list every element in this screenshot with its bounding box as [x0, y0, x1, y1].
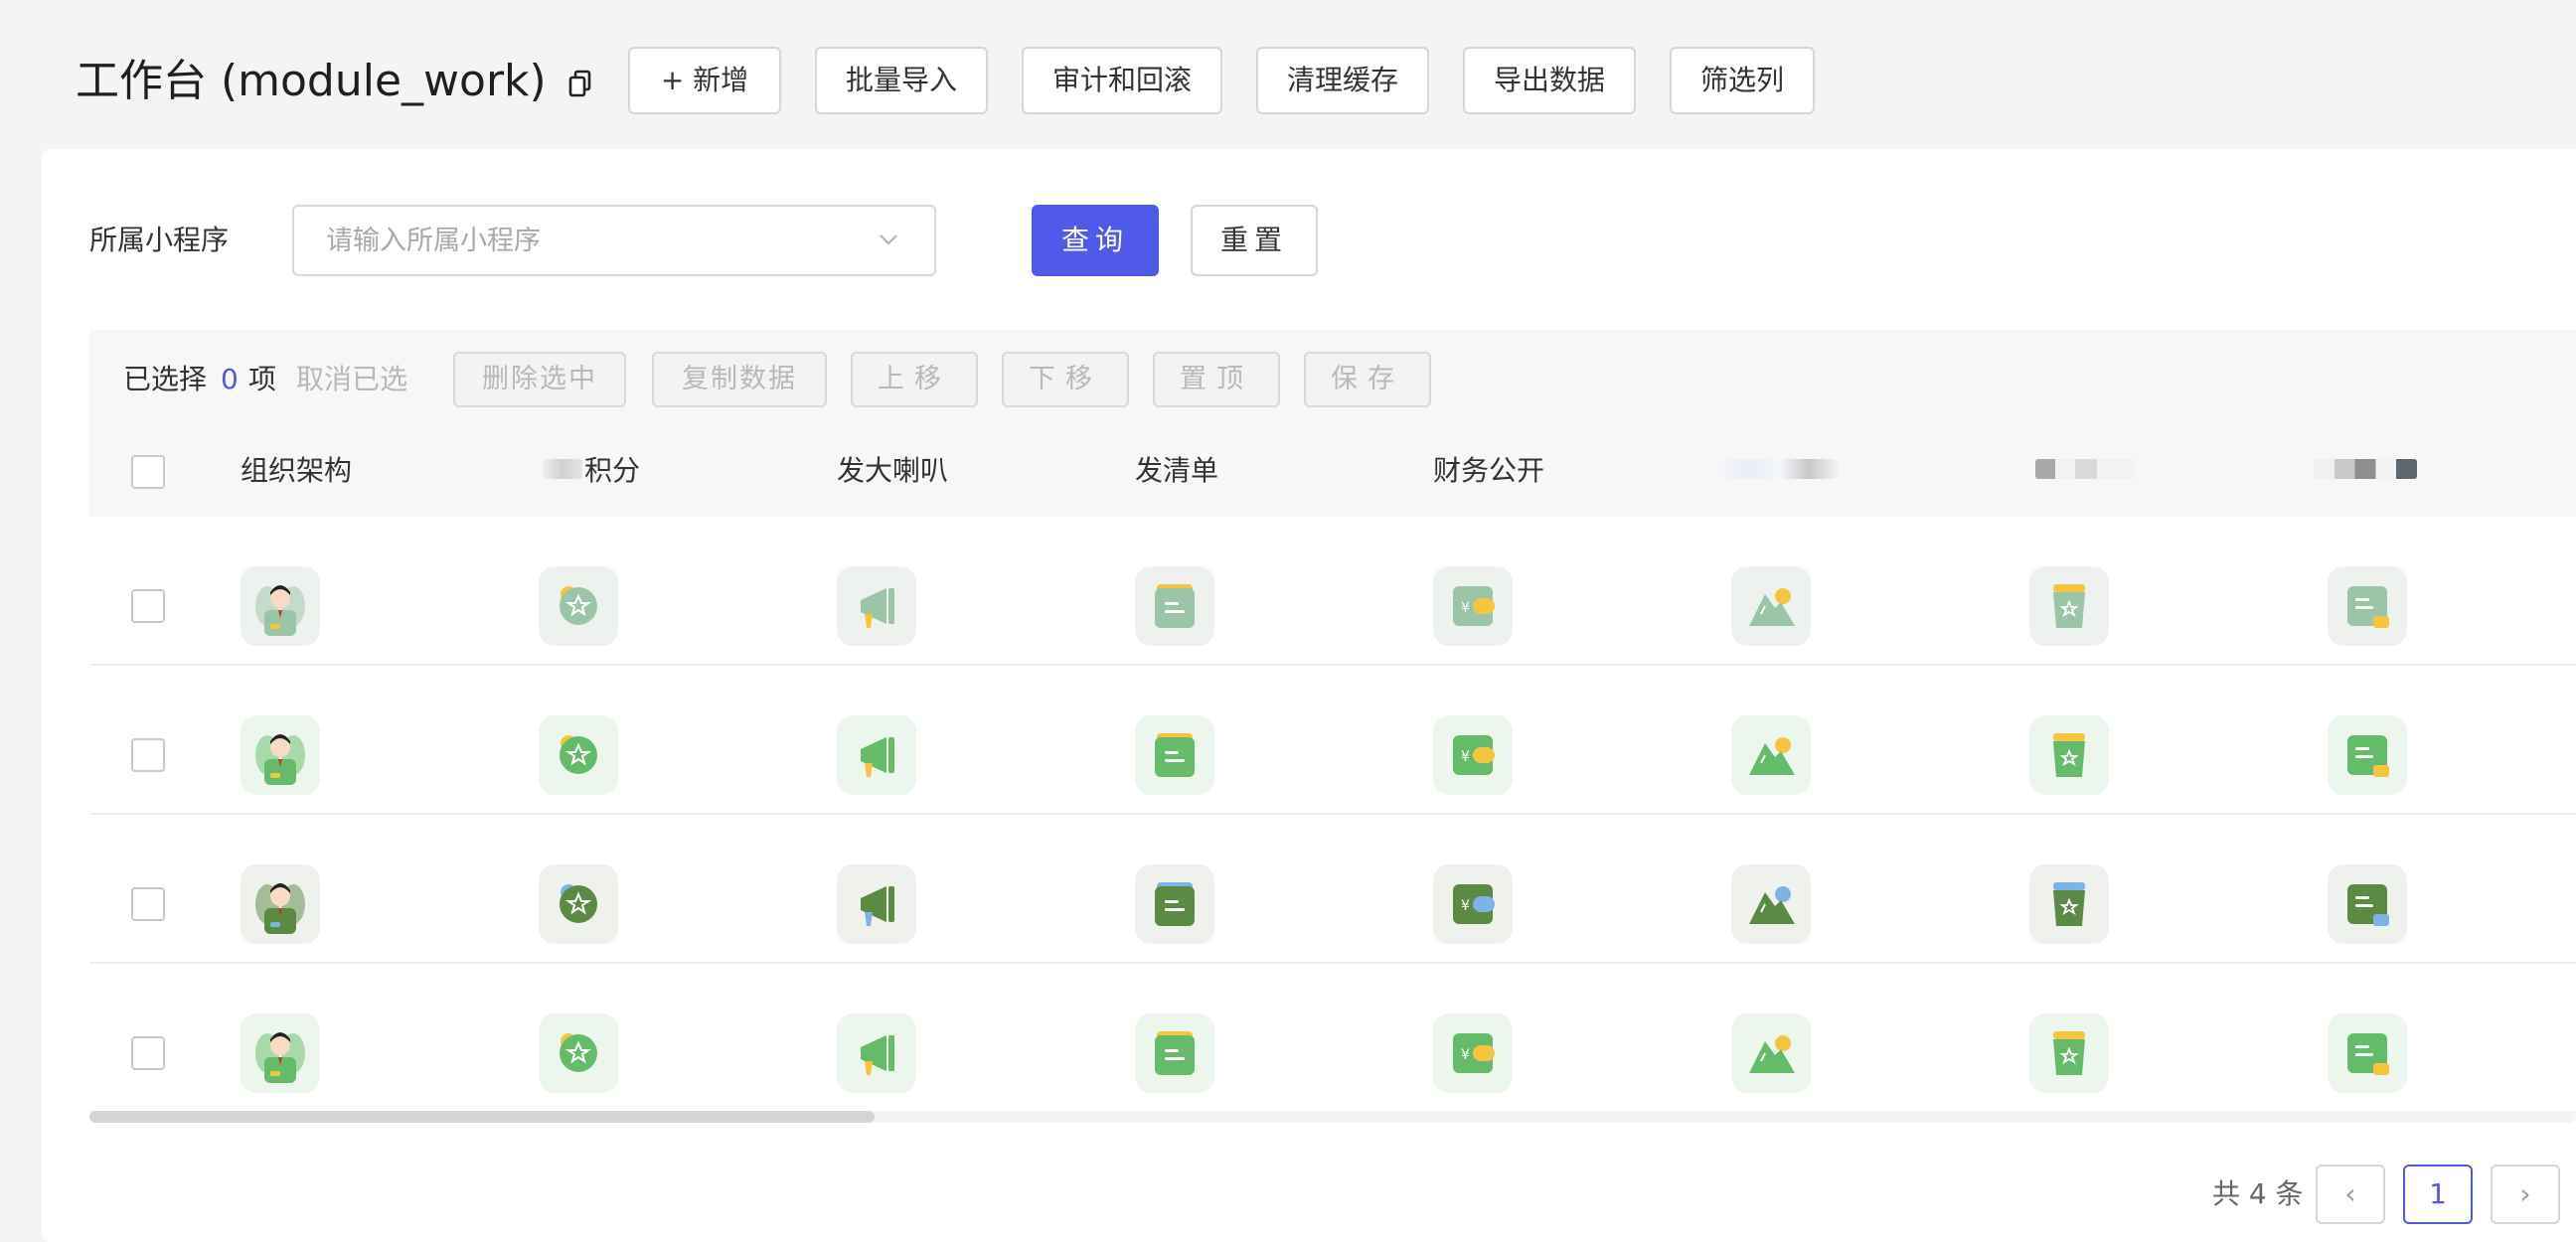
row-divider [89, 664, 2576, 666]
user-avatar-icon [241, 1013, 320, 1093]
document-icon [1135, 864, 1214, 944]
scrollbar-thumb[interactable] [89, 1111, 875, 1123]
svg-text:¥: ¥ [1461, 749, 1470, 765]
batch-import-button[interactable]: 批量导入 [815, 47, 988, 114]
page-header: 工作台 (module_work) + 新增 批量导入 审计和回滚 清理缓存 导… [0, 0, 2576, 147]
selected-unit: 项 [248, 363, 277, 395]
clear-cache-button[interactable]: 清理缓存 [1256, 47, 1429, 114]
row-divider [89, 962, 2576, 964]
row-checkbox[interactable] [131, 887, 165, 921]
blurred-column-header [1719, 459, 1839, 479]
note-icon [2328, 715, 2407, 795]
blurred-column-header [2035, 459, 2135, 479]
blurred-column-header [2314, 459, 2417, 479]
pagination-total: 共 4 条 [2212, 1177, 2304, 1210]
filter-label: 所属小程序 [89, 224, 230, 256]
save-button[interactable]: 保存 [1304, 352, 1431, 407]
blurred-text [543, 459, 582, 479]
row-checkbox[interactable] [131, 738, 165, 772]
audit-rollback-button[interactable]: 审计和回滚 [1022, 47, 1222, 114]
column-header: 组织架构 [241, 454, 353, 487]
trash-bin-icon [2029, 1013, 2109, 1093]
selected-prefix: 已选择 [123, 363, 208, 395]
star-badge-icon [539, 1013, 618, 1093]
note-icon [2328, 864, 2407, 944]
document-icon [1135, 566, 1214, 646]
star-badge-icon [539, 715, 618, 795]
user-avatar-icon [241, 864, 320, 944]
mountain-icon [1731, 864, 1811, 944]
user-avatar-icon [241, 715, 320, 795]
move-up-button[interactable]: 上移 [851, 352, 978, 407]
wallet-icon: ¥ [1433, 715, 1513, 795]
row-checkbox[interactable] [131, 589, 165, 623]
megaphone-icon [837, 715, 916, 795]
star-badge-icon [539, 864, 618, 944]
select-all-checkbox[interactable] [131, 455, 165, 489]
pagination-prev-button[interactable]: ‹ [2316, 1164, 2385, 1224]
filter-columns-button[interactable]: 筛选列 [1670, 47, 1815, 114]
query-button[interactable]: 查询 [1032, 205, 1159, 276]
megaphone-icon [837, 864, 916, 944]
column-header: 财务公开 [1433, 454, 1545, 487]
page-title: 工作台 (module_work) [76, 56, 547, 106]
reset-button[interactable]: 重置 [1191, 205, 1318, 276]
svg-text:¥: ¥ [1461, 1047, 1470, 1063]
column-header: 发清单 [1135, 454, 1219, 487]
wallet-icon: ¥ [1433, 1013, 1513, 1093]
cancel-selection-link[interactable]: 取消已选 [296, 360, 407, 399]
export-data-button[interactable]: 导出数据 [1463, 47, 1636, 114]
trash-bin-icon [2029, 715, 2109, 795]
trash-bin-icon [2029, 864, 2109, 944]
pagination-next-button[interactable]: › [2491, 1164, 2560, 1224]
selected-count: 0 [221, 363, 239, 395]
document-icon [1135, 715, 1214, 795]
pagination-page-1[interactable]: 1 [2403, 1164, 2473, 1224]
megaphone-icon [837, 1013, 916, 1093]
note-icon [2328, 566, 2407, 646]
chevron-down-icon [880, 234, 897, 245]
megaphone-icon [837, 566, 916, 646]
move-down-button[interactable]: 下移 [1002, 352, 1129, 407]
svg-text:¥: ¥ [1461, 898, 1470, 914]
table-header [89, 427, 2576, 517]
content-card [42, 149, 2576, 1242]
select-placeholder: 请输入所属小程序 [326, 226, 541, 256]
document-icon [1135, 1013, 1214, 1093]
star-badge-icon [539, 566, 618, 646]
copy-data-button[interactable]: 复制数据 [652, 352, 827, 407]
trash-bin-icon [2029, 566, 2109, 646]
copy-icon[interactable] [568, 70, 592, 97]
mini-program-select[interactable]: 请输入所属小程序 [292, 205, 936, 276]
column-header: 积分 [584, 454, 641, 487]
column-header: 发大喇叭 [837, 454, 949, 487]
delete-selected-button[interactable]: 删除选中 [453, 352, 626, 407]
wallet-icon: ¥ [1433, 864, 1513, 944]
row-divider [89, 813, 2576, 815]
row-checkbox[interactable] [131, 1036, 165, 1070]
svg-text:¥: ¥ [1461, 600, 1470, 616]
user-avatar-icon [241, 566, 320, 646]
add-button[interactable]: + 新增 [628, 47, 781, 114]
mountain-icon [1731, 1013, 1811, 1093]
note-icon [2328, 1013, 2407, 1093]
pin-top-button[interactable]: 置顶 [1153, 352, 1280, 407]
mountain-icon [1731, 566, 1811, 646]
wallet-icon: ¥ [1433, 566, 1513, 646]
mountain-icon [1731, 715, 1811, 795]
